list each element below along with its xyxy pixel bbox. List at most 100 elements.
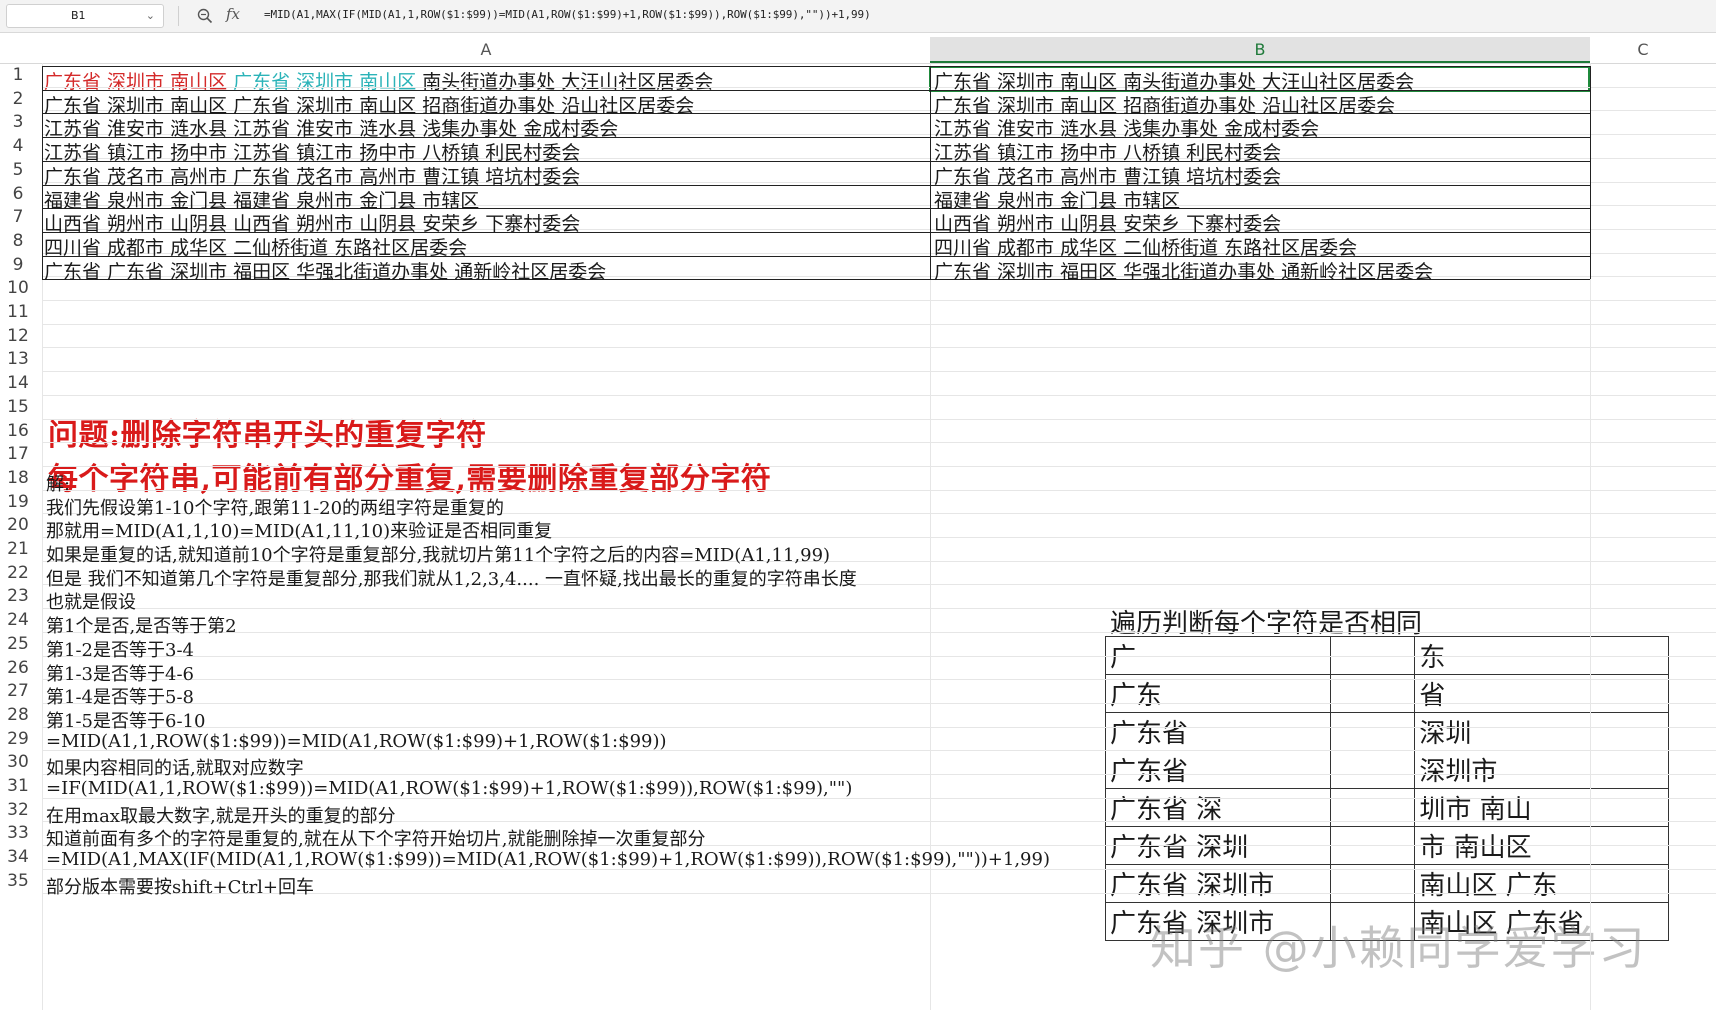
name-box[interactable]: B1 ⌄ bbox=[6, 4, 164, 28]
cell-a9[interactable]: 广东省 广东省 深圳市 福田区 华强北街道办事处 通新岭社区居委会 bbox=[44, 261, 606, 283]
row-header[interactable]: 28 bbox=[0, 704, 36, 728]
side-table-cell: 广东 bbox=[1105, 674, 1331, 713]
solution-line[interactable]: 解: bbox=[46, 470, 70, 496]
row-header[interactable]: 3 bbox=[0, 111, 36, 135]
row-header[interactable]: 18 bbox=[0, 467, 36, 491]
cell-b8[interactable]: 四川省 成都市 成华区 二仙桥街道 东路社区居委会 bbox=[934, 237, 1357, 259]
zoom-icon[interactable] bbox=[196, 7, 214, 25]
row-header[interactable]: 10 bbox=[0, 277, 36, 301]
solution-line[interactable]: 部分版本需要按shift+Ctrl+回车 bbox=[46, 873, 314, 899]
fx-icon[interactable]: fx bbox=[226, 5, 240, 23]
formula-input[interactable]: =MID(A1,MAX(IF(MID(A1,1,ROW($1:$99))=MID… bbox=[264, 8, 871, 21]
row-header[interactable]: 17 bbox=[0, 443, 36, 467]
solution-line[interactable]: 第1个是否,是否等于第2 bbox=[46, 612, 237, 638]
formula-bar: B1 ⌄ fx =MID(A1,MAX(IF(MID(A1,1,ROW($1:$… bbox=[0, 0, 1716, 33]
cell-a4[interactable]: 江苏省 镇江市 扬中市 江苏省 镇江市 扬中市 八桥镇 利民村委会 bbox=[44, 142, 580, 164]
cell-b1[interactable]: 广东省 深圳市 南山区 南头街道办事处 大汪山社区居委会 bbox=[934, 71, 1414, 93]
row-header[interactable]: 14 bbox=[0, 372, 36, 396]
divider bbox=[178, 6, 179, 26]
solution-line[interactable]: 第1-2是否等于3-4 bbox=[46, 636, 194, 662]
gridline bbox=[42, 442, 1716, 444]
row-header[interactable]: 4 bbox=[0, 135, 36, 159]
side-table-cell: 广东省 bbox=[1105, 750, 1331, 789]
row-header[interactable]: 31 bbox=[0, 775, 36, 799]
chevron-down-icon[interactable]: ⌄ bbox=[146, 5, 155, 27]
row-header[interactable]: 2 bbox=[0, 88, 36, 112]
row-header[interactable]: 8 bbox=[0, 230, 36, 254]
solution-line[interactable]: 第1-4是否等于5-8 bbox=[46, 683, 194, 709]
row-header[interactable]: 24 bbox=[0, 609, 36, 633]
cell-a8[interactable]: 四川省 成都市 成华区 二仙桥街道 东路社区居委会 bbox=[44, 237, 467, 259]
solution-line[interactable]: 也就是假设 bbox=[46, 588, 136, 614]
solution-line[interactable]: 那就用=MID(A1,1,10)=MID(A1,11,10)来验证是否相同重复 bbox=[46, 517, 552, 543]
row-header[interactable]: 7 bbox=[0, 206, 36, 230]
side-table-cell bbox=[1329, 712, 1416, 751]
row-header[interactable]: 6 bbox=[0, 183, 36, 207]
row-header[interactable]: 27 bbox=[0, 680, 36, 704]
gridline bbox=[42, 418, 1716, 420]
cell-a5[interactable]: 广东省 茂名市 高州市 广东省 茂名市 高州市 曹江镇 培坑村委会 bbox=[44, 166, 580, 188]
row-header[interactable]: 34 bbox=[0, 846, 36, 870]
cell-b2[interactable]: 广东省 深圳市 南山区 招商街道办事处 沿山社区居委会 bbox=[934, 95, 1395, 117]
row-header[interactable]: 13 bbox=[0, 348, 36, 372]
row-header[interactable]: 25 bbox=[0, 633, 36, 657]
solution-line[interactable]: 第1-3是否等于4-6 bbox=[46, 660, 194, 686]
row-header[interactable]: 11 bbox=[0, 301, 36, 325]
row-header[interactable]: 23 bbox=[0, 585, 36, 609]
row-header[interactable]: 30 bbox=[0, 751, 36, 775]
cell-b9[interactable]: 广东省 深圳市 福田区 华强北街道办事处 通新岭社区居委会 bbox=[934, 261, 1433, 283]
row-header[interactable]: 15 bbox=[0, 396, 36, 420]
solution-line[interactable]: 知道前面有多个的字符是重复的,就在从下个字符开始切片,就能删除掉一次重复部分 bbox=[46, 825, 705, 851]
side-table-cell bbox=[1329, 750, 1416, 789]
solution-line[interactable]: 我们先假设第1-10个字符,跟第11-20的两组字符是重复的 bbox=[46, 494, 504, 520]
column-header-c[interactable]: C bbox=[1590, 37, 1696, 63]
row-header[interactable]: 12 bbox=[0, 325, 36, 349]
solution-line[interactable]: 如果内容相同的话,就取对应数字 bbox=[46, 754, 304, 780]
solution-line[interactable]: =IF(MID(A1,1,ROW($1:$99))=MID(A1,ROW($1:… bbox=[46, 778, 852, 799]
cell-b7[interactable]: 山西省 朔州市 山阴县 安荣乡 下寨村委会 bbox=[934, 213, 1281, 235]
column-header-b[interactable]: B bbox=[930, 37, 1590, 63]
row-header[interactable]: 21 bbox=[0, 538, 36, 562]
solution-line[interactable]: 在用max取最大数字,就是开头的重复的部分 bbox=[46, 802, 396, 828]
solution-line[interactable]: =MID(A1,MAX(IF(MID(A1,1,ROW($1:$99))=MID… bbox=[46, 849, 1050, 870]
row-header[interactable]: 16 bbox=[0, 420, 36, 444]
solution-line[interactable]: 但是 我们不知道第几个字符是重复部分,那我们就从1,2,3,4.... 一直怀疑… bbox=[46, 565, 857, 591]
side-table-cell bbox=[1329, 864, 1416, 903]
cell-a7[interactable]: 山西省 朔州市 山阴县 山西省 朔州市 山阴县 安荣乡 下寨村委会 bbox=[44, 213, 580, 235]
cell-border bbox=[42, 66, 43, 280]
row-header[interactable]: 22 bbox=[0, 562, 36, 586]
row-header[interactable]: 32 bbox=[0, 799, 36, 823]
gridline bbox=[42, 679, 1716, 681]
row-header[interactable]: 33 bbox=[0, 822, 36, 846]
cell-b3[interactable]: 江苏省 淮安市 涟水县 浅集办事处 金成村委会 bbox=[934, 118, 1319, 140]
row-header[interactable]: 35 bbox=[0, 870, 36, 894]
gridline bbox=[42, 702, 1716, 704]
cell-border bbox=[930, 66, 931, 280]
side-table-row: 广东省 深圳市 南山区 广东 bbox=[1105, 864, 1669, 903]
cell-b5[interactable]: 广东省 茂名市 高州市 曹江镇 培坑村委会 bbox=[934, 166, 1281, 188]
side-table-cell: 南山区 广东 bbox=[1414, 864, 1669, 903]
row-header[interactable]: 20 bbox=[0, 514, 36, 538]
cell-b6[interactable]: 福建省 泉州市 金门县 市辖区 bbox=[934, 190, 1180, 212]
cell-a3[interactable]: 江苏省 淮安市 涟水县 江苏省 淮安市 涟水县 浅集办事处 金成村委会 bbox=[44, 118, 618, 140]
gridline bbox=[42, 347, 1716, 349]
column-header-a[interactable]: A bbox=[42, 37, 930, 63]
side-table: 广东广东省广东省 深圳 广东省 深圳市 广东省 深圳市 南山 广东省 深圳市 南山区 广东… bbox=[1105, 636, 1669, 941]
row-header[interactable]: 19 bbox=[0, 491, 36, 515]
row-header[interactable]: 5 bbox=[0, 159, 36, 183]
question-line-2: 每个字符串,可能前有部分重复,需要删除重复部分字符 bbox=[48, 462, 772, 497]
cell-b4[interactable]: 江苏省 镇江市 扬中市 八桥镇 利民村委会 bbox=[934, 142, 1281, 164]
row-header[interactable]: 26 bbox=[0, 657, 36, 681]
name-box-value: B1 bbox=[71, 9, 86, 22]
row-header[interactable]: 29 bbox=[0, 728, 36, 752]
solution-line[interactable]: =MID(A1,1,ROW($1:$99))=MID(A1,ROW($1:$99… bbox=[46, 731, 667, 752]
gridline bbox=[42, 655, 1716, 657]
solution-line[interactable]: 如果是重复的话,就知道前10个字符是重复部分,我就切片第11个字符之后的内容=M… bbox=[46, 541, 830, 567]
cell-a6[interactable]: 福建省 泉州市 金门县 福建省 泉州市 金门县 市辖区 bbox=[44, 190, 479, 212]
gridline bbox=[42, 394, 1716, 396]
solution-line[interactable]: 第1-5是否等于6-10 bbox=[46, 707, 205, 733]
row-header[interactable]: 9 bbox=[0, 254, 36, 278]
row-header[interactable]: 1 bbox=[0, 64, 36, 88]
side-table-cell: 广东省 bbox=[1105, 712, 1331, 751]
cell-a2[interactable]: 广东省 深圳市 南山区 广东省 深圳市 南山区 招商街道办事处 沿山社区居委会 bbox=[44, 95, 694, 117]
